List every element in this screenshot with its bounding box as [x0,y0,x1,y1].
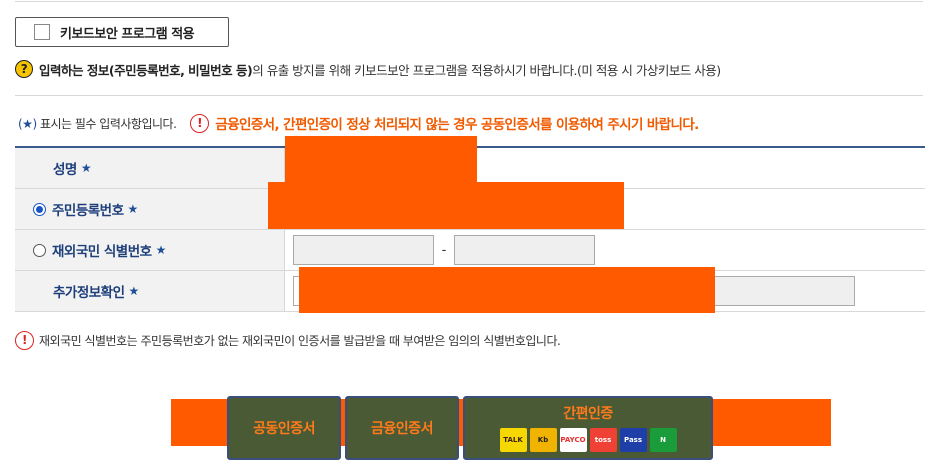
keyboard-security-toggle[interactable]: 키보드보안 프로그램 적용 [15,17,229,47]
foreigner-back-input[interactable] [454,235,595,265]
redaction-mask [268,182,624,229]
required-star: ★ [155,243,167,257]
redaction-mask [285,136,477,184]
exclamation-icon: ! [190,113,210,133]
name-label: 성명 ★ [15,148,285,188]
foreigner-note: ! 재외국민 식별번호는 주민등록번호가 없는 재외국민이 인증서를 발급받을 … [15,330,561,350]
required-star: ★ [80,161,92,175]
keyboard-security-label: 키보드보안 프로그램 적용 [60,26,195,42]
financial-cert-button[interactable]: 금융인증서 [345,396,459,460]
foreigner-radio[interactable] [33,243,46,257]
extra-label-text: 추가정보확인 [53,285,125,301]
simple-auth-button[interactable]: 간편인증 TALK Kb PAYCO toss Pass N [463,396,713,460]
top-divider [15,1,923,2]
required-note-text: 표시는 필수 입력사항입니다. [39,116,177,131]
foreigner-note-text: 재외국민 식별번호는 주민등록번호가 없는 재외국민이 인증서를 발급받을 때 … [39,333,561,348]
security-notice-bold: 입력하는 정보(주민등록번호, 비밀번호 등) [39,62,253,78]
security-notice-text: 의 유출 방지를 위해 키보드보안 프로그램을 적용하시기 바랍니다.(미 적용… [252,62,721,78]
required-row: (★) 표시는 필수 입력사항입니다. ! 금융인증서, 간편인증이 정상 처리… [18,112,699,134]
foreigner-label-text: 재외국민 식별번호 [52,244,152,260]
question-icon: ? [15,60,33,78]
section-divider [15,95,923,96]
provider-logos: TALK Kb PAYCO toss Pass N [499,428,677,452]
redaction-mask [299,267,715,313]
simple-auth-label: 간편인증 [563,406,613,422]
toss-logo-icon: toss [589,428,617,452]
required-star: ★ [127,202,139,216]
joint-cert-button[interactable]: 공동인증서 [227,396,341,460]
required-mark: (★) [18,116,37,131]
payco-logo-icon: PAYCO [559,428,587,452]
pass-logo-icon: Pass [619,428,647,452]
extra-label: 추가정보확인 ★ [15,271,285,311]
kakao-logo-icon: TALK [499,428,527,452]
exclamation-icon: ! [15,330,34,350]
keyboard-security-checkbox[interactable] [34,24,50,40]
resident-label[interactable]: 주민등록번호 ★ [15,189,285,229]
foreigner-label[interactable]: 재외국민 식별번호 ★ [15,230,285,270]
security-notice: ? 입력하는 정보(주민등록번호, 비밀번호 등) 의 유출 방지를 위해 키보… [15,59,721,79]
required-note: (★) 표시는 필수 입력사항입니다. [18,115,177,132]
naver-logo-icon: N [649,428,677,452]
foreigner-field-cell: - [285,230,925,270]
kb-logo-icon: Kb [529,428,557,452]
resident-radio[interactable] [33,202,46,216]
resident-label-text: 주민등록번호 [52,203,124,219]
name-label-text: 성명 [53,162,77,178]
foreigner-row: 재외국민 식별번호 ★ - [15,230,925,271]
foreigner-front-input[interactable] [293,235,434,265]
cert-warning-text: 금융인증서, 간편인증이 정상 처리되지 않는 경우 공동인증서를 이용하여 주… [215,117,699,133]
foreigner-separator: - [441,242,447,258]
required-star: ★ [128,284,140,298]
